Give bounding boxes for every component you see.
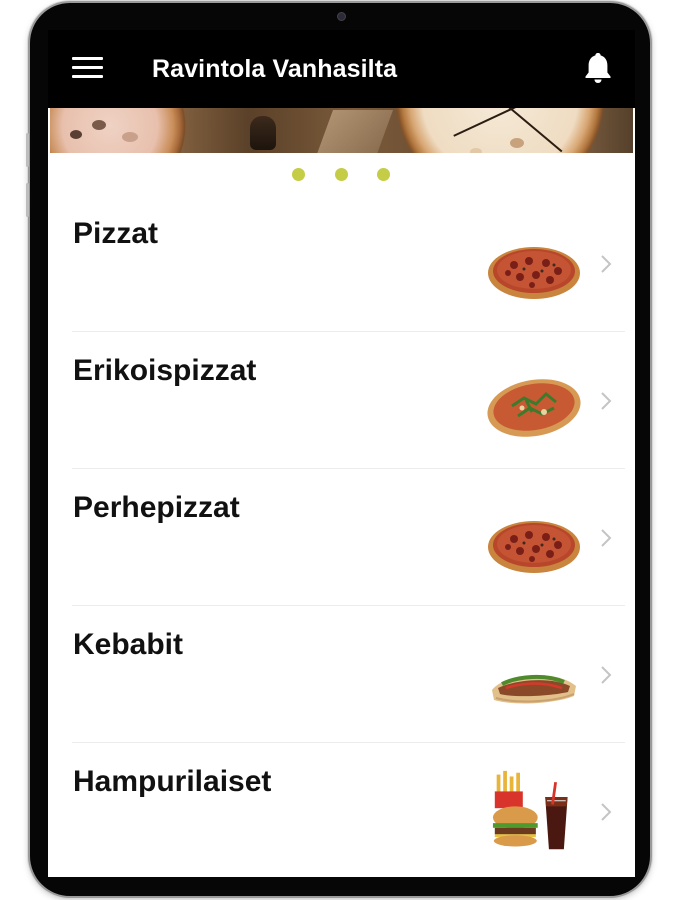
pizza-image	[50, 108, 190, 153]
category-item-hampurilaiset[interactable]: Hampurilaiset	[48, 743, 635, 877]
hamburger-menu-icon[interactable]	[72, 57, 104, 79]
pizza-thumbnail	[487, 379, 581, 437]
category-label: Hampurilaiset	[73, 765, 272, 798]
app-screen: Ravintola Vanhasilta Pizzat Erikoispizza…	[48, 30, 635, 877]
bell-icon[interactable]	[581, 50, 615, 86]
carousel-dot[interactable]	[292, 168, 305, 181]
pizza-image	[390, 108, 610, 153]
category-label: Erikoispizzat	[73, 354, 257, 387]
category-item-erikoispizzat[interactable]: Erikoispizzat	[48, 332, 635, 469]
front-camera	[337, 12, 346, 21]
chevron-right-icon	[601, 255, 612, 273]
app-title: Ravintola Vanhasilta	[152, 55, 398, 83]
carousel-indicator	[48, 153, 635, 195]
app-toolbar: Ravintola Vanhasilta	[48, 30, 635, 108]
pizza-thumbnail	[488, 521, 580, 573]
chevron-right-icon	[601, 803, 612, 821]
carousel-dot[interactable]	[335, 168, 348, 181]
category-item-perhepizzat[interactable]: Perhepizzat	[48, 469, 635, 606]
category-list: Pizzat Erikoispizzat Perhepizzat Kebabit…	[48, 195, 635, 877]
category-label: Kebabit	[73, 628, 184, 661]
volume-button	[26, 183, 29, 217]
cutting-board-image	[316, 110, 394, 153]
volume-button	[26, 133, 29, 167]
chevron-right-icon	[601, 529, 612, 547]
promo-banner-image[interactable]	[50, 108, 633, 153]
category-item-pizzat[interactable]: Pizzat	[48, 195, 635, 332]
chevron-right-icon	[601, 392, 612, 410]
chevron-right-icon	[601, 666, 612, 684]
category-label: Pizzat	[73, 217, 159, 250]
carousel-dot[interactable]	[377, 168, 390, 181]
pizza-thumbnail	[488, 247, 580, 299]
pepper-grinder-image	[250, 116, 276, 150]
kebab-thumbnail	[492, 674, 576, 704]
category-label: Perhepizzat	[73, 491, 240, 524]
category-item-kebabit[interactable]: Kebabit	[48, 606, 635, 743]
burger-thumbnail	[492, 770, 568, 850]
